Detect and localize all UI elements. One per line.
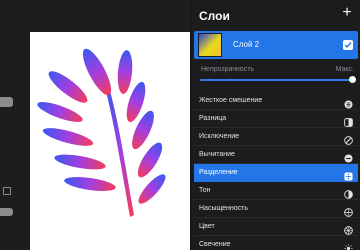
brush-size-slider-handle[interactable] bbox=[0, 97, 13, 107]
blend-mode-item[interactable]: Разделение bbox=[194, 164, 358, 182]
layer-row-selected[interactable]: Слой 2 bbox=[194, 31, 358, 59]
blend-mode-item[interactable]: Вычитание bbox=[194, 146, 358, 164]
blend-mode-item[interactable]: Цвет bbox=[194, 218, 358, 236]
plus-icon[interactable]: + bbox=[340, 5, 354, 21]
hard-mix-icon bbox=[344, 96, 353, 109]
exclusion-icon bbox=[344, 132, 353, 145]
layers-panel-header: Слои + bbox=[191, 0, 360, 30]
layer-thumbnail bbox=[198, 33, 222, 57]
saturation-icon bbox=[344, 204, 353, 217]
color-icon bbox=[344, 222, 353, 235]
luminosity-icon bbox=[344, 240, 353, 250]
difference-icon bbox=[344, 114, 353, 127]
blend-mode-item[interactable]: Исключение bbox=[194, 128, 358, 146]
blend-mode-label: Цвет bbox=[199, 223, 215, 230]
blend-mode-label: Разница bbox=[199, 115, 227, 122]
blend-mode-item[interactable]: Насыщенность bbox=[194, 200, 358, 218]
blend-mode-label: Вычитание bbox=[199, 151, 235, 158]
modify-button[interactable] bbox=[3, 187, 11, 195]
checkmark-icon bbox=[344, 42, 352, 49]
blend-mode-item[interactable]: Свечение bbox=[194, 236, 358, 250]
blend-mode-label: Насыщенность bbox=[199, 205, 249, 212]
canvas-area[interactable] bbox=[0, 0, 190, 250]
opacity-slider-fill bbox=[200, 79, 352, 81]
blend-mode-item[interactable]: Разница bbox=[194, 110, 358, 128]
blend-mode-label: Исключение bbox=[199, 133, 240, 140]
brush-opacity-slider-handle[interactable] bbox=[0, 208, 13, 216]
opacity-slider[interactable] bbox=[200, 76, 356, 83]
blend-mode-item[interactable]: Тон bbox=[194, 182, 358, 200]
opacity-max-label: Макс. bbox=[335, 66, 354, 73]
blend-mode-item[interactable]: Жесткое смешение bbox=[194, 92, 358, 110]
layer-name: Слой 2 bbox=[233, 40, 260, 49]
blend-mode-label: Тон bbox=[199, 187, 211, 194]
divide-icon bbox=[344, 168, 353, 181]
layer-visibility-checkbox[interactable] bbox=[343, 40, 353, 50]
blend-mode-label: Свечение bbox=[199, 241, 231, 248]
layers-panel: Слои + Слой 2 Непрозрачность Макс. Жестк… bbox=[190, 0, 360, 250]
leaf-illustration bbox=[37, 48, 166, 217]
layers-panel-title: Слои bbox=[199, 9, 230, 23]
opacity-label: Непрозрачность bbox=[201, 66, 255, 73]
blend-mode-label: Жесткое смешение bbox=[199, 97, 263, 104]
hue-icon bbox=[344, 186, 353, 199]
blend-mode-label: Разделение bbox=[199, 169, 238, 176]
artboard[interactable] bbox=[30, 32, 190, 250]
opacity-slider-thumb[interactable] bbox=[349, 76, 356, 83]
blend-mode-list: Жесткое смешение Разница Исключение Вычитан… bbox=[194, 92, 358, 250]
subtract-icon bbox=[344, 150, 353, 163]
